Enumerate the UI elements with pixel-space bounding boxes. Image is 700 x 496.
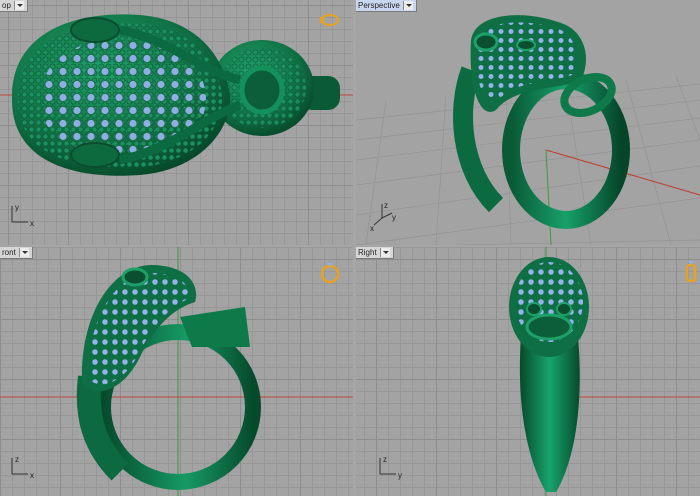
axis-label-x: x [370, 224, 374, 232]
viewport-title: op [2, 1, 11, 10]
ring-orientation-icon[interactable] [318, 259, 342, 285]
axis-label-z: z [384, 201, 388, 210]
viewport-label-perspective[interactable]: Perspective [356, 0, 417, 12]
viewport-right[interactable]: Right z y [356, 247, 700, 496]
axis-indicator-top: y x [11, 203, 34, 228]
ring-orientation-icon[interactable] [318, 10, 342, 30]
axis-label-y: y [398, 471, 402, 480]
chevron-down-icon[interactable] [402, 1, 413, 10]
axis-label-y: y [392, 213, 396, 222]
axis-label-y: y [15, 203, 19, 212]
axis-indicator-right: z y [379, 455, 402, 480]
viewport-front[interactable]: ront z x [0, 247, 353, 496]
axis-label-z: z [383, 455, 387, 464]
chevron-down-icon[interactable] [18, 248, 29, 257]
model-top-render[interactable] [0, 0, 353, 245]
viewport-top[interactable]: op y x [0, 0, 353, 245]
chevron-down-icon[interactable] [13, 1, 24, 10]
axis-indicator-perspective: z y x [370, 201, 396, 232]
ring-orientation-icon[interactable] [682, 259, 700, 285]
axis-label-x: x [30, 471, 34, 480]
chevron-down-icon[interactable] [379, 248, 390, 257]
axis-label-z: z [15, 455, 19, 464]
axis-indicator-front: z x [11, 455, 34, 480]
viewport-label-top[interactable]: op [0, 0, 28, 12]
viewport-perspective[interactable]: Perspective z y x [356, 0, 700, 245]
axis-label-x: x [30, 219, 34, 228]
model-front-render[interactable] [0, 247, 353, 496]
viewport-label-right[interactable]: Right [356, 247, 394, 259]
viewport-title: Perspective [358, 1, 400, 10]
viewport-label-front[interactable]: ront [0, 247, 33, 259]
viewport-title: ront [2, 248, 16, 257]
viewport-title: Right [358, 248, 377, 257]
